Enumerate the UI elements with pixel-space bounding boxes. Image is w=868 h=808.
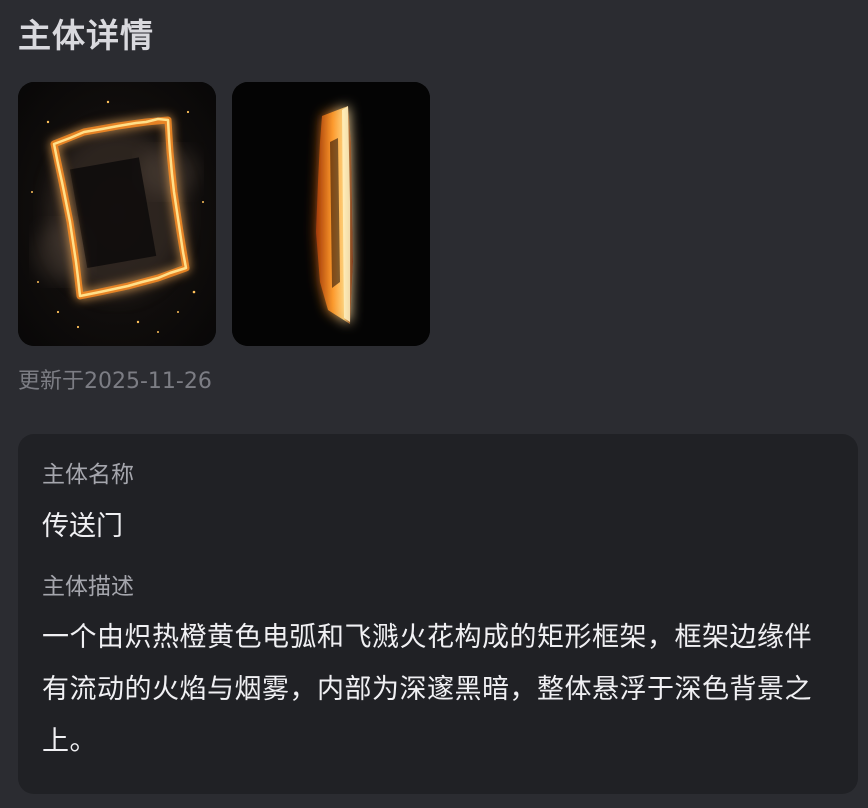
subject-name-label: 主体名称 [42, 462, 134, 488]
subject-detail-page: 主体详情 更新于2025-11-26 主体名称 传送门 主体描述 一个由炽热橙黄… [0, 0, 868, 808]
portal-front-thumbnail[interactable] [18, 82, 216, 346]
fiery-portal-side-image [232, 82, 430, 346]
subject-description-value: 一个由炽热橙黄色电弧和飞溅火花构成的矩形框架，框架边缘伴有流动的火焰与烟雾，内部… [42, 622, 812, 757]
fiery-portal-front-image [18, 82, 216, 346]
details-card: 主体名称 传送门 主体描述 一个由炽热橙黄色电弧和飞溅火花构成的矩形框架，框架边… [18, 434, 858, 794]
subject-name-value: 传送门 [42, 511, 123, 542]
subject-description-label: 主体描述 [42, 574, 134, 600]
updated-timestamp: 更新于2025-11-26 [18, 369, 212, 394]
portal-side-thumbnail[interactable] [232, 82, 430, 346]
image-gallery [18, 82, 430, 346]
page-title: 主体详情 [18, 16, 154, 55]
